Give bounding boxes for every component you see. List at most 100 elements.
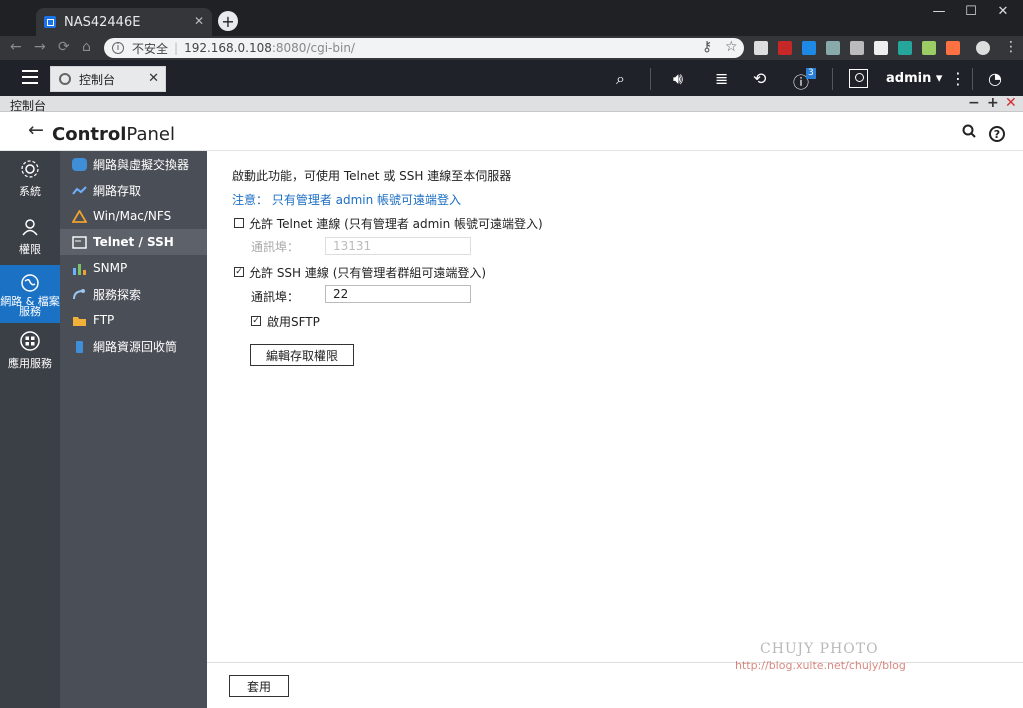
recycle-bin-icon [76, 340, 83, 353]
admin-note: 注意： 只有管理者 admin 帳號可遠端登入 [232, 193, 462, 207]
apply-button[interactable]: 套用 [229, 675, 289, 697]
profile-avatar-icon[interactable] [976, 41, 990, 55]
intro-text: 啟動此功能，可使用 Telnet 或 SSH 連線至本伺服器 [232, 169, 512, 183]
submenu-item-label: Win/Mac/NFS [93, 209, 172, 223]
ssh-port-input[interactable]: 22 [325, 285, 471, 303]
sync-icon[interactable]: ⟲ [753, 69, 766, 88]
terminal-icon [72, 235, 87, 249]
close-app-icon[interactable]: ✕ [148, 71, 159, 86]
user-icon [22, 219, 38, 236]
ssh-label: 允許 SSH 連線 (只有管理者群組可遠端登入) [249, 266, 487, 280]
minimize-app-icon[interactable]: − [968, 95, 980, 111]
rail-item-privilege[interactable]: 權限 [0, 209, 60, 267]
security-label: 不安全 [132, 41, 169, 56]
user-menu[interactable]: admin ▾ [886, 71, 942, 86]
gear-icon [21, 160, 39, 178]
settings-submenu: 網路與虛擬交換器 網路存取 Win/Mac/NFS Telnet / SSH S… [60, 151, 207, 708]
browser-menu-icon[interactable]: ⋮ [1004, 39, 1018, 55]
submenu-item-network-recycle-bin[interactable]: 網路資源回收筒 [60, 333, 207, 359]
win-mac-nfs-icon [72, 209, 87, 223]
submenu-item-telnet-ssh[interactable]: Telnet / SSH [60, 229, 207, 255]
ssh-port-label: 通訊埠： [251, 290, 300, 304]
app-tab-control-panel[interactable]: 控制台 ✕ [50, 66, 166, 92]
submenu-item-label: 網路存取 [93, 183, 142, 198]
window-title-bar: 控制台 − + ✕ [0, 95, 1023, 113]
extension-icon[interactable] [946, 41, 960, 55]
edit-access-permission-button[interactable]: 編輯存取權限 [250, 344, 354, 366]
adblock-icon[interactable] [778, 41, 792, 55]
browser-toolbar: ← → ⟳ ⌂ i 不安全 | 192.168.0.108 :8080/cgi-… [0, 36, 1023, 60]
network-switch-icon [72, 157, 87, 171]
submenu-item-label: 網路與虛擬交換器 [93, 157, 190, 172]
divider [650, 68, 651, 90]
address-bar[interactable]: i 不安全 | 192.168.0.108 :8080/cgi-bin/ [104, 38, 744, 58]
search-icon[interactable] [962, 124, 976, 138]
star-icon[interactable]: ☆ [725, 39, 738, 55]
speaker-icon[interactable]: 🔊︎ [673, 69, 683, 89]
divider [972, 68, 973, 90]
apps-grid-icon [20, 331, 40, 351]
network-access-icon [72, 185, 87, 195]
maximize-app-icon[interactable]: + [987, 95, 999, 111]
rail-item-applications[interactable]: 應用服務 [0, 323, 60, 381]
dashboard-gauge-icon[interactable]: ◔ [988, 69, 1002, 88]
rail-item-system[interactable]: 系統 [0, 151, 60, 209]
ssh-checkbox[interactable]: ✓ [234, 267, 244, 277]
watermark-url: http://blog.xuite.net/chujy/blog [735, 659, 906, 672]
rail-item-label: 應用服務 [8, 357, 52, 370]
telnet-port-input[interactable]: 13131 [325, 237, 471, 255]
submenu-item-service-discovery[interactable]: 服務探索 [60, 281, 207, 307]
bar-chart-icon [73, 263, 86, 275]
minimize-window-icon[interactable]: — [924, 4, 954, 19]
nas-top-bar: 控制台 ✕ ⌕ 🔊︎ ≣ ⟲ ⓘ ⋮ ◔ [0, 60, 1023, 96]
close-window-icon[interactable]: ✕ [988, 4, 1018, 19]
key-icon[interactable]: ⚷ [702, 39, 712, 55]
submenu-item-snmp[interactable]: SNMP [60, 255, 207, 281]
extension-icon[interactable] [802, 41, 816, 55]
extension-icon[interactable] [922, 41, 936, 55]
back-arrow-icon[interactable]: ← [28, 119, 44, 141]
extension-icon[interactable] [874, 41, 888, 55]
help-icon[interactable]: ? [989, 126, 1005, 142]
home-icon[interactable]: ⌂ [82, 39, 91, 55]
submenu-item-win-mac-nfs[interactable]: Win/Mac/NFS [60, 203, 207, 229]
maximize-window-icon[interactable]: ☐ [956, 4, 986, 19]
main-menu-icon[interactable] [22, 70, 38, 84]
app-header: ← ControlPanel ? [0, 115, 1023, 151]
forward-arrow-icon[interactable]: → [34, 39, 46, 55]
submenu-item-network-virtual-switch[interactable]: 網路與虛擬交換器 [60, 151, 207, 177]
submenu-item-label: SNMP [93, 261, 128, 275]
user-avatar-icon[interactable] [849, 69, 868, 88]
watermark-title: CHUJY PHOTO [760, 641, 879, 657]
extension-icon[interactable] [826, 41, 840, 55]
submenu-item-label: FTP [93, 313, 115, 327]
satellite-dish-icon [73, 288, 85, 299]
tasks-icon[interactable]: ≣ [715, 69, 728, 88]
reload-icon[interactable]: ⟳ [58, 39, 70, 55]
username-label: admin [886, 71, 932, 86]
extension-icon[interactable] [754, 41, 768, 55]
extension-icon[interactable] [850, 41, 864, 55]
sftp-checkbox[interactable]: ✓ [251, 316, 261, 326]
telnet-label: 允許 Telnet 連線 (只有管理者 admin 帳號可遠端登入) [249, 217, 543, 231]
notification-badge: 3 [806, 68, 816, 79]
back-arrow-icon[interactable]: ← [10, 39, 22, 55]
submenu-item-label: Telnet / SSH [93, 235, 174, 249]
extension-icon[interactable] [898, 41, 912, 55]
search-icon[interactable]: ⌕ [616, 69, 625, 89]
telnet-checkbox[interactable] [234, 218, 244, 228]
rail-item-network-file-services[interactable]: 網路 & 檔案服務 [0, 265, 60, 323]
close-app-window-icon[interactable]: ✕ [1005, 95, 1017, 111]
new-tab-button[interactable]: + [218, 11, 238, 31]
close-tab-icon[interactable]: ✕ [194, 14, 204, 28]
folder-icon [73, 316, 86, 326]
browser-tab[interactable]: NAS42446E ✕ [36, 8, 212, 36]
more-options-icon[interactable]: ⋮ [950, 69, 966, 88]
browser-tab-title: NAS42446E [64, 14, 141, 30]
window-title: 控制台 [10, 99, 47, 113]
category-rail: 系統 權限 網路 & 檔案服務 應用服務 [0, 151, 60, 708]
submenu-item-network-access[interactable]: 網路存取 [60, 177, 207, 203]
submenu-item-ftp[interactable]: FTP [60, 307, 207, 333]
info-icon[interactable]: i [112, 42, 124, 54]
brand-rest: Panel [126, 124, 175, 145]
